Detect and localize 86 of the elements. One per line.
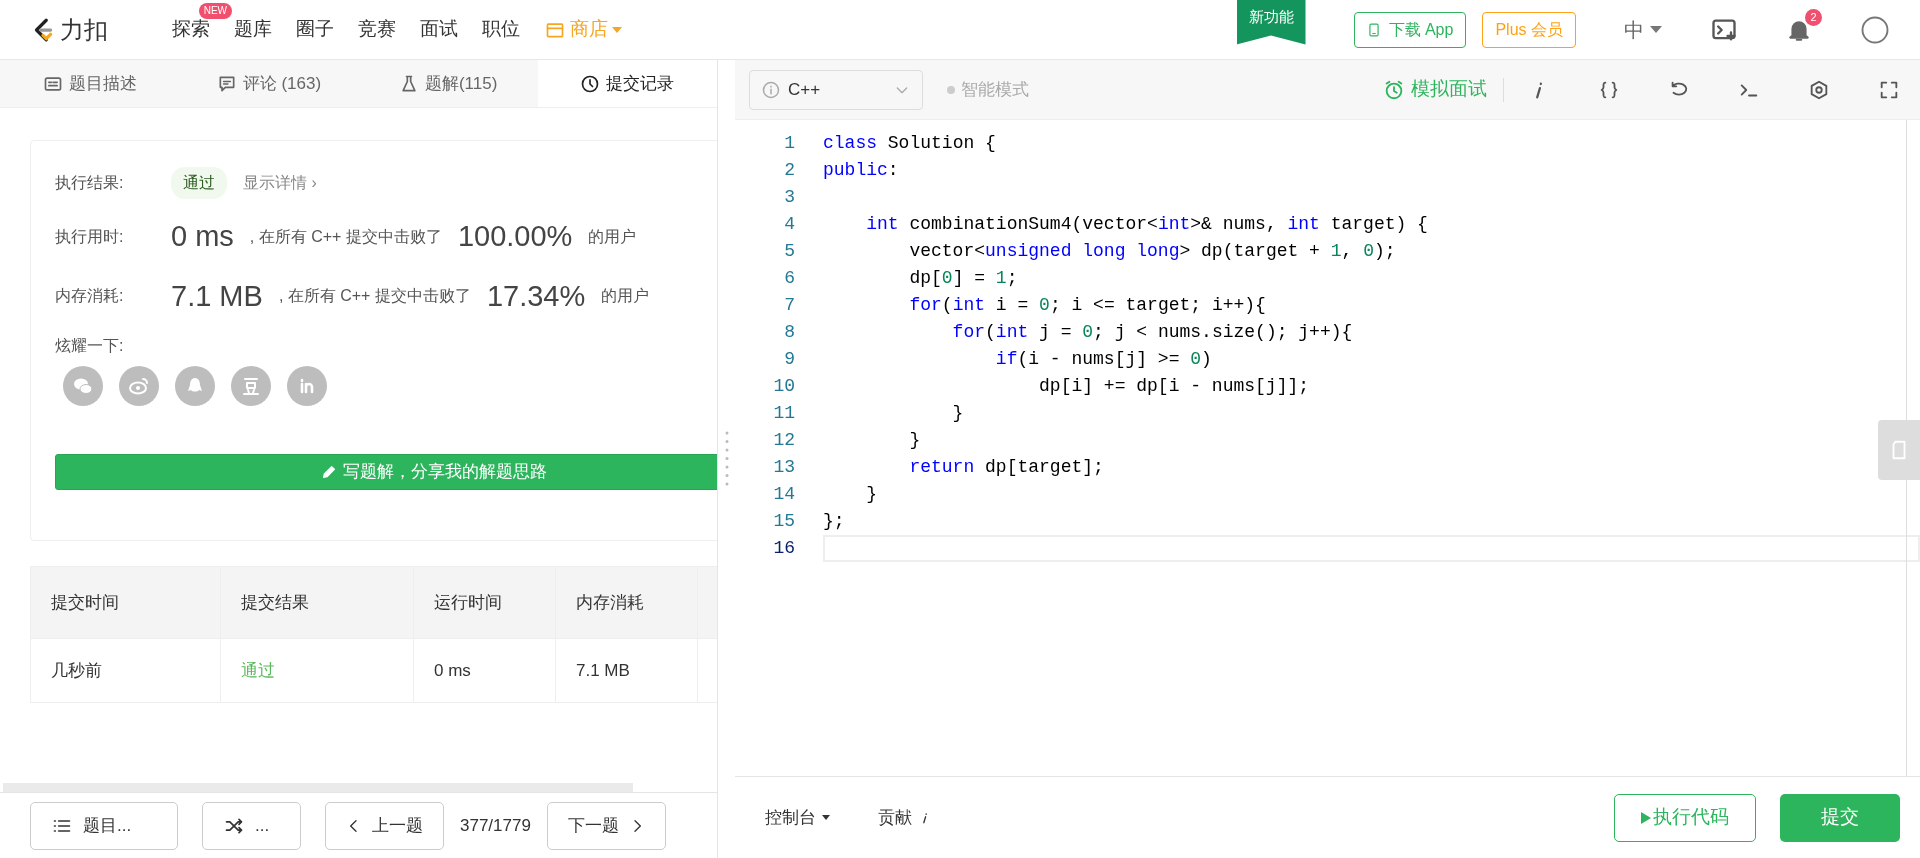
table-cell: 7.1 MB	[555, 638, 698, 703]
stat-text: , 在所有 C++ 提交中击败了	[278, 286, 471, 307]
code-line: }	[908, 429, 921, 452]
problem-counter: 377/1779	[460, 814, 531, 837]
line-number: 11	[772, 402, 795, 425]
horizontal-scrollbar[interactable]	[3, 783, 633, 793]
nav-link[interactable]: 职位	[482, 15, 520, 44]
line-number: 16	[772, 537, 795, 560]
line-number: 13	[772, 456, 795, 479]
result-label: 执行用时:	[55, 226, 125, 247]
nav-link[interactable]: 题库	[234, 15, 272, 44]
share-label: 炫耀一下:	[55, 336, 125, 357]
line-number: 5	[783, 240, 795, 263]
line-number: 4	[783, 213, 795, 236]
new-feature-ribbon[interactable]: 新功能	[1236, 0, 1306, 45]
details-link[interactable]: 显示详情 ›	[243, 171, 317, 196]
clock-icon	[580, 73, 601, 94]
random-problem-button[interactable]: ...	[202, 801, 301, 850]
line-number: 8	[783, 321, 795, 344]
code-line: vector<unsigned long long> dp(target + 1, 0);	[908, 240, 1396, 263]
result-label: 内存消耗:	[55, 286, 125, 307]
line-number: 6	[783, 267, 795, 290]
next-problem-button[interactable]: 下一题	[546, 801, 666, 850]
caret-icon	[1650, 26, 1662, 33]
caret-icon	[612, 26, 622, 33]
previous-problem-button[interactable]: 上一题	[325, 801, 444, 850]
code-line: for(int i = 0; i <= target; i++){	[908, 294, 1266, 317]
table-cell: 几秒前	[30, 638, 221, 703]
stat-percent: 17.34%	[486, 278, 586, 314]
settings-icon[interactable]	[1808, 78, 1830, 101]
code-line: if(i - nums[j] >= 0)	[994, 348, 1212, 371]
stat-value: 0 ms	[171, 219, 234, 255]
new-badge: NEW	[198, 3, 232, 20]
avatar-icon[interactable]	[1860, 14, 1890, 45]
alarm-clock-icon	[1383, 78, 1405, 101]
code-line: };	[823, 510, 845, 533]
info-icon	[762, 80, 780, 99]
line-number: 3	[783, 186, 795, 209]
play-icon	[1641, 811, 1651, 824]
caret-icon	[822, 815, 830, 820]
tab[interactable]: 评论 (163)	[179, 60, 359, 108]
tab[interactable]: 题解(115)	[358, 60, 538, 108]
code-line: public:	[823, 159, 899, 182]
tab[interactable]: 题目描述	[0, 60, 180, 108]
pencil-icon	[320, 464, 337, 481]
contribute-button[interactable]: 贡献	[878, 804, 932, 831]
table-cell: 0 ms	[413, 638, 556, 703]
stat-text: , 在所有 C++ 提交中击败了	[249, 226, 442, 247]
stat-text: 的用户	[601, 286, 650, 307]
brand-name: 力扣	[60, 14, 108, 45]
notification-badge: 2	[1805, 9, 1822, 27]
code-line: return dp[target];	[908, 456, 1104, 479]
line-number: 10	[772, 375, 795, 398]
nav-link[interactable]: 面试	[420, 15, 458, 44]
problem-list-button[interactable]: 题目...	[30, 801, 178, 850]
code-line: for(int j = 0; j < nums.size(); j++){	[951, 321, 1353, 344]
code-line: dp[0] = 1;	[908, 267, 1018, 290]
stat-percent: 100.00%	[457, 219, 573, 255]
nav-link[interactable]: 圈子	[296, 15, 334, 44]
code-line: }	[865, 483, 877, 506]
code-line: dp[i] += dp[i - nums[j]];	[1038, 375, 1310, 398]
language-dropdown[interactable]: 中	[1624, 14, 1662, 45]
line-number: 12	[772, 429, 795, 452]
console-dropdown[interactable]: 控制台	[765, 804, 830, 831]
nav-link[interactable]: 竞赛	[358, 15, 396, 44]
stat-value: 7.1 MB	[171, 278, 263, 314]
language-select[interactable]: C++	[749, 69, 923, 110]
column-header: 提交结果	[220, 566, 414, 639]
line-number: 14	[772, 483, 795, 506]
column-header: 运行时间	[413, 566, 556, 639]
line-number: 9	[783, 348, 795, 371]
tab[interactable]: 提交记录	[537, 60, 717, 108]
line-number: 15	[772, 510, 795, 533]
code-line: class Solution {	[823, 132, 996, 155]
result-label: 执行结果:	[55, 173, 125, 194]
code-line: int combinationSum4(vector<int>& nums, int target) {	[865, 213, 1428, 236]
line-number: 1	[783, 132, 795, 155]
line-number: 2	[783, 159, 795, 182]
column-header: 内存消耗	[555, 566, 698, 639]
code-line: }	[951, 402, 964, 425]
column-header: 提交时间	[30, 566, 221, 639]
line-number: 7	[783, 294, 795, 317]
dot-icon	[947, 85, 955, 94]
status-badge: 通过	[171, 167, 227, 200]
table-cell: 通过	[220, 638, 414, 703]
stat-text: 的用户	[588, 226, 637, 247]
